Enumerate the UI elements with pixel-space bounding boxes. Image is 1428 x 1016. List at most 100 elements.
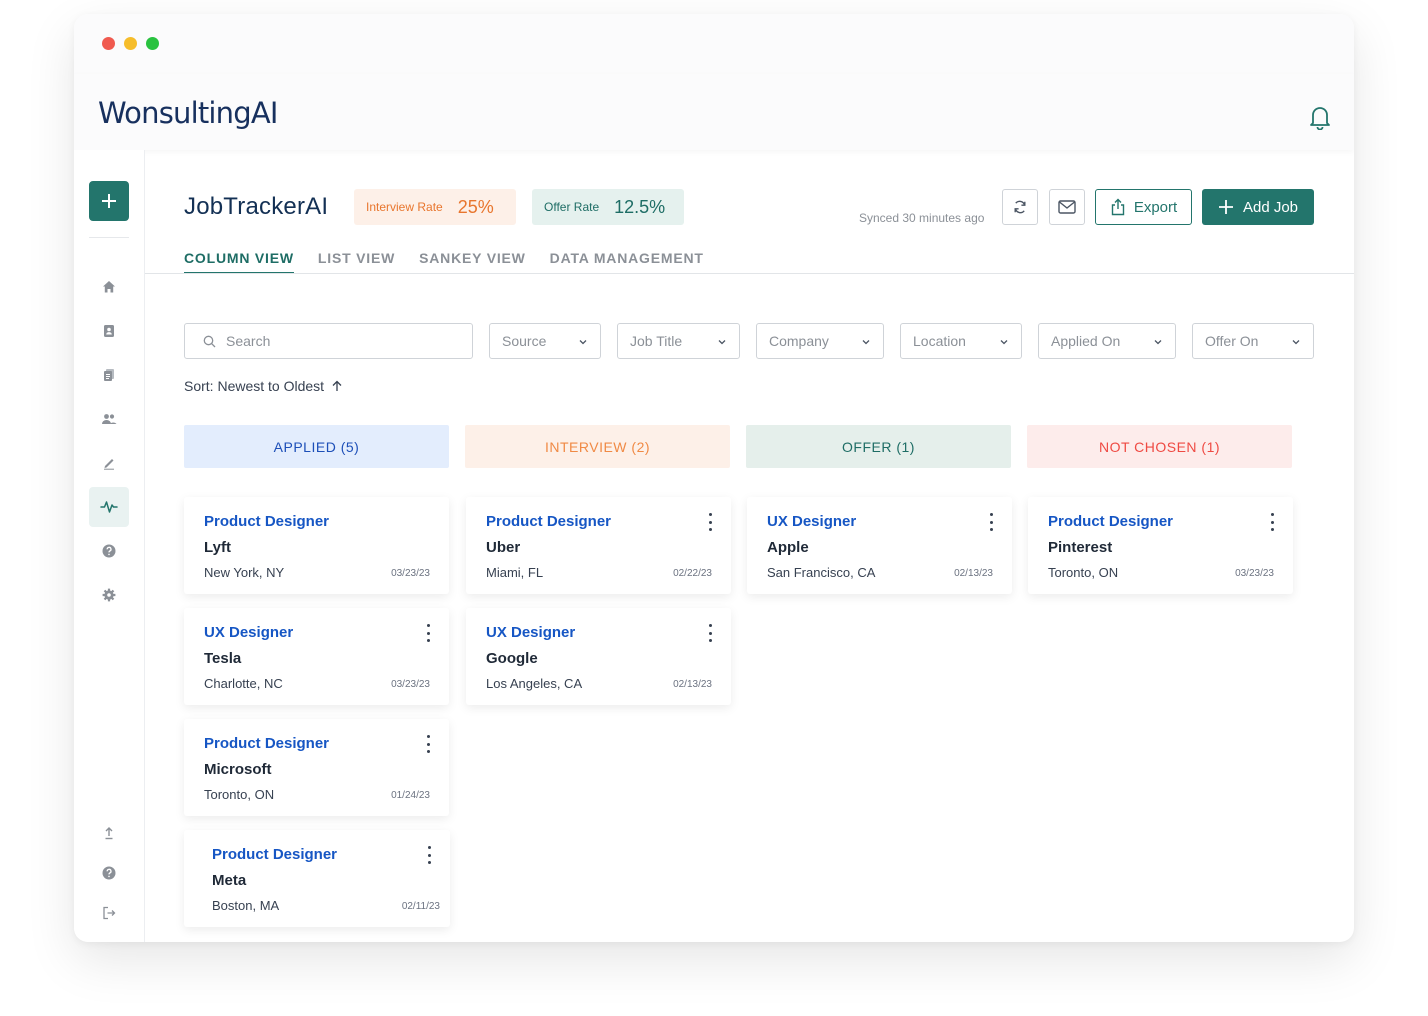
chevron-down-icon	[579, 340, 587, 345]
job-title-link[interactable]: UX Designer	[204, 624, 293, 641]
plus-icon	[1218, 200, 1233, 214]
job-card[interactable]: Product Designer Pinterest Toronto, ON 0…	[1028, 497, 1293, 594]
column-header-not-chosen[interactable]: NOT CHOSEN (1)	[1027, 425, 1292, 468]
job-date: 01/24/23	[391, 790, 430, 801]
job-title-link[interactable]: Product Designer	[204, 735, 329, 752]
more-options-icon[interactable]	[705, 513, 715, 531]
job-title-link[interactable]: UX Designer	[486, 624, 575, 641]
interview-rate-label: Interview Rate	[366, 200, 443, 214]
home-icon[interactable]	[89, 267, 129, 307]
chevron-down-icon	[862, 340, 870, 345]
job-card[interactable]: Product Designer Lyft New York, NY 03/23…	[184, 497, 449, 594]
email-button[interactable]	[1049, 189, 1085, 225]
job-card[interactable]: Product Designer Meta Boston, MA 02/11/2…	[184, 830, 450, 927]
sort-label: Sort: Newest to Oldest	[184, 378, 325, 394]
sync-button[interactable]	[1002, 189, 1038, 225]
company-name: Lyft	[204, 539, 231, 556]
company-name: Google	[486, 650, 538, 667]
search-input[interactable]: Search	[184, 323, 473, 359]
tabs-divider	[145, 273, 1354, 274]
more-options-icon[interactable]	[986, 513, 996, 531]
add-icon[interactable]	[89, 181, 129, 221]
job-card[interactable]: Product Designer Microsoft Toronto, ON 0…	[184, 719, 449, 816]
company-name: Microsoft	[204, 761, 272, 778]
maximize-window-button[interactable]	[146, 37, 159, 50]
logo[interactable]: WonsultingAI	[98, 96, 278, 130]
applied-on-filter-dropdown[interactable]: Applied On	[1038, 323, 1176, 359]
arrow-up-icon	[332, 380, 342, 391]
column-header-applied[interactable]: APPLIED (5)	[184, 425, 449, 468]
mail-icon	[1058, 200, 1076, 214]
job-date: 02/22/23	[673, 568, 712, 579]
offer-on-filter-label: Offer On	[1205, 333, 1259, 349]
window-titlebar	[74, 14, 1354, 74]
job-card[interactable]: UX Designer Apple San Francisco, CA 02/1…	[747, 497, 1012, 594]
resume-icon[interactable]	[89, 355, 129, 395]
export-button[interactable]: Export	[1095, 189, 1192, 225]
sidebar	[74, 150, 145, 942]
search-placeholder: Search	[226, 333, 271, 349]
job-location: Charlotte, NC	[204, 676, 283, 691]
job-date: 03/23/23	[391, 568, 430, 579]
tab-data-management[interactable]: DATA MANAGEMENT	[550, 250, 704, 274]
people-icon[interactable]	[89, 399, 129, 439]
location-filter-dropdown[interactable]: Location	[900, 323, 1022, 359]
sort-control[interactable]: Sort: Newest to Oldest	[184, 378, 343, 394]
search-icon	[203, 335, 216, 347]
job-location: Toronto, ON	[204, 787, 275, 802]
app-header: WonsultingAI	[74, 74, 1354, 150]
job-card[interactable]: UX Designer Tesla Charlotte, NC 03/23/23	[184, 608, 449, 705]
tab-list-view[interactable]: LIST VIEW	[318, 250, 395, 274]
job-location: New York, NY	[204, 565, 285, 580]
company-name: Tesla	[204, 650, 242, 667]
job-date: 02/13/23	[673, 679, 712, 690]
sync-status: Synced 30 minutes ago	[859, 211, 985, 225]
add-job-button[interactable]: Add Job	[1202, 189, 1314, 225]
app-window: WonsultingAI JobTrackerAI Interview Rate…	[74, 14, 1354, 942]
tab-column-view[interactable]: COLUMN VIEW	[184, 250, 294, 274]
add-job-label: Add Job	[1242, 198, 1299, 216]
column-header-offer[interactable]: OFFER (1)	[746, 425, 1011, 468]
job-title-link[interactable]: Product Designer	[1048, 513, 1173, 530]
job-title-filter-label: Job Title	[630, 333, 683, 349]
company-filter-dropdown[interactable]: Company	[756, 323, 884, 359]
job-title-link[interactable]: Product Designer	[204, 513, 329, 530]
more-options-icon[interactable]	[423, 735, 433, 753]
close-window-button[interactable]	[102, 37, 115, 50]
location-filter-label: Location	[913, 333, 966, 349]
contacts-icon[interactable]	[89, 311, 129, 351]
column-header-interview[interactable]: INTERVIEW (2)	[465, 425, 730, 468]
applied-on-filter-label: Applied On	[1051, 333, 1121, 349]
minimize-window-button[interactable]	[124, 37, 137, 50]
job-card[interactable]: Product Designer Uber Miami, FL 02/22/23	[466, 497, 731, 594]
source-filter-dropdown[interactable]: Source	[489, 323, 601, 359]
export-label: Export	[1133, 198, 1178, 216]
pen-icon[interactable]	[89, 443, 129, 483]
job-date: 03/23/23	[1235, 568, 1274, 579]
more-options-icon[interactable]	[424, 846, 434, 864]
chevron-down-icon	[1292, 340, 1300, 345]
offer-on-filter-dropdown[interactable]: Offer On	[1192, 323, 1314, 359]
more-options-icon[interactable]	[423, 624, 433, 642]
more-options-icon[interactable]	[1267, 513, 1277, 531]
page-title: JobTrackerAI	[184, 193, 329, 220]
view-tabs: COLUMN VIEW LIST VIEW SANKEY VIEW DATA M…	[184, 250, 728, 274]
upload-icon[interactable]	[89, 813, 129, 853]
job-title-link[interactable]: UX Designer	[767, 513, 856, 530]
tab-sankey-view[interactable]: SANKEY VIEW	[419, 250, 526, 274]
main-content: JobTrackerAI Interview Rate 25% Offer Ra…	[145, 150, 1354, 942]
notification-bell-icon[interactable]	[1308, 104, 1332, 131]
activity-icon[interactable]	[89, 487, 129, 527]
offer-rate-badge: Offer Rate 12.5%	[532, 189, 684, 225]
more-options-icon[interactable]	[705, 624, 715, 642]
settings-icon[interactable]	[89, 575, 129, 615]
source-filter-label: Source	[502, 333, 547, 349]
job-title-link[interactable]: Product Designer	[212, 846, 337, 863]
logout-icon[interactable]	[89, 893, 129, 933]
job-title-link[interactable]: Product Designer	[486, 513, 611, 530]
job-card[interactable]: UX Designer Google Los Angeles, CA 02/13…	[466, 608, 731, 705]
company-filter-label: Company	[769, 333, 829, 349]
job-title-filter-dropdown[interactable]: Job Title	[617, 323, 740, 359]
help-icon[interactable]	[89, 853, 129, 893]
help-icon[interactable]	[89, 531, 129, 571]
